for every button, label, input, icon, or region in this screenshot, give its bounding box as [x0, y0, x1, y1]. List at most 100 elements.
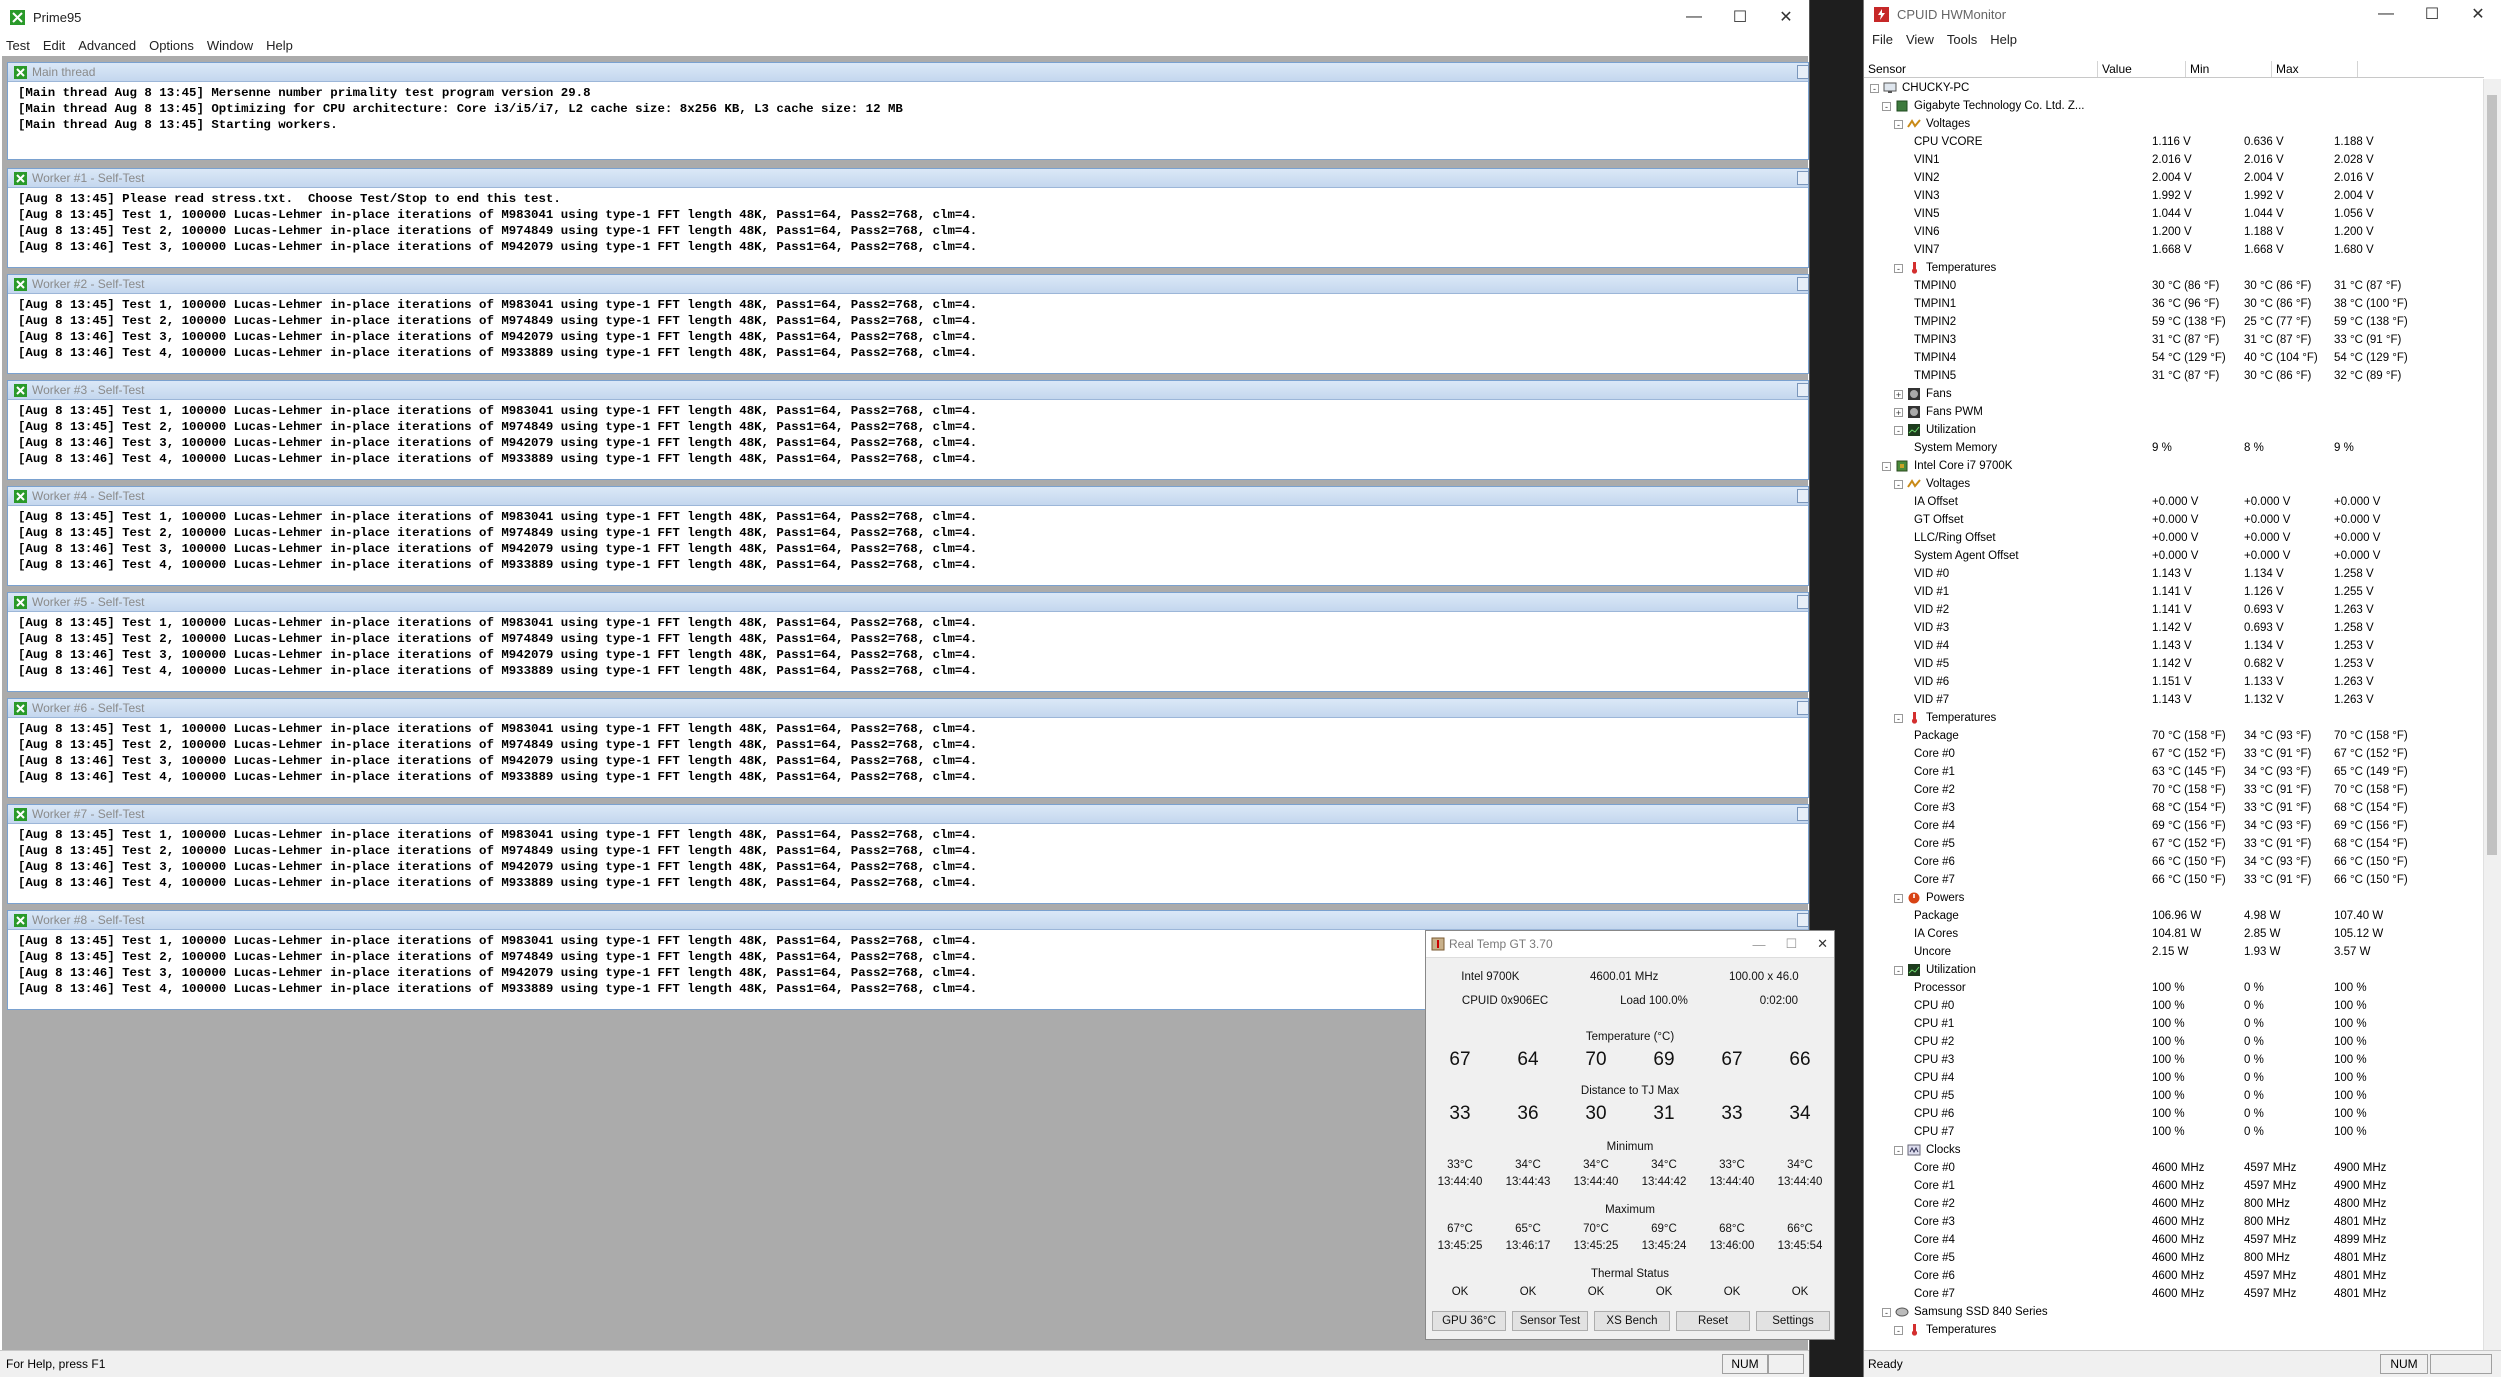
sensor-row[interactable]: VID #1 1.141 V 1.126 V 1.255 V — [1864, 583, 2484, 601]
sensor-row[interactable]: CPU #4 100 % 0 % 100 % — [1864, 1069, 2484, 1087]
main-thread-window[interactable]: Main thread [Main thread Aug 8 13:45] Me… — [7, 62, 1809, 160]
worker-window[interactable]: Worker #7 - Self-Test [Aug 8 13:45] Test … — [7, 804, 1809, 904]
collapse-toggle[interactable]: - — [1870, 83, 1879, 93]
sensor-row[interactable]: CPU #7 100 % 0 % 100 % — [1864, 1123, 2484, 1141]
collapse-toggle[interactable]: - — [1882, 461, 1891, 471]
minimize-button[interactable]: — — [1752, 937, 1765, 952]
sensor-row[interactable]: Package 106.96 W 4.98 W 107.40 W — [1864, 907, 2484, 925]
sensor-tree[interactable]: - CHUCKY-PC - Gigabyte Technology Co. Ltd. … — [1864, 79, 2484, 1351]
child-maximize-button[interactable] — [1797, 595, 1809, 609]
realtemp-titlebar[interactable]: Real Temp GT 3.70 — ☐ ✕ — [1426, 931, 1834, 958]
collapse-toggle[interactable]: - — [1882, 1307, 1891, 1317]
sensor-row[interactable]: IA Offset +0.000 V +0.000 V +0.000 V — [1864, 493, 2484, 511]
sensor-row[interactable]: VIN7 1.668 V 1.668 V 1.680 V — [1864, 241, 2484, 259]
main-thread-titlebar[interactable]: Main thread — [8, 63, 1809, 82]
collapse-toggle[interactable]: - — [1894, 479, 1903, 489]
maximize-button[interactable]: ☐ — [1717, 0, 1763, 34]
tree-group-row[interactable]: - Voltages — [1864, 475, 2484, 493]
xs-bench-button[interactable]: XS Bench — [1594, 1311, 1670, 1331]
sensor-row[interactable]: VIN2 2.004 V 2.004 V 2.016 V — [1864, 169, 2484, 187]
hwmonitor-titlebar[interactable]: CPUID HWMonitor — ☐ ✕ — [1864, 0, 2501, 28]
sensor-row[interactable]: CPU #3 100 % 0 % 100 % — [1864, 1051, 2484, 1069]
tree-group-row[interactable]: - Clocks — [1864, 1141, 2484, 1159]
menu-help[interactable]: Help — [266, 38, 293, 53]
sensor-row[interactable]: Core #4 4600 MHz 4597 MHz 4899 MHz — [1864, 1231, 2484, 1249]
tree-group-row[interactable]: - Utilization — [1864, 421, 2484, 439]
reset-button[interactable]: Reset — [1676, 1311, 1750, 1331]
sensor-row[interactable]: Core #2 70 °C (158 °F) 33 °C (91 °F) 70 °C … — [1864, 781, 2484, 799]
sensor-row[interactable]: Processor 100 % 0 % 100 % — [1864, 979, 2484, 997]
tree-group-row[interactable]: - Intel Core i7 9700K — [1864, 457, 2484, 475]
worker-window[interactable]: Worker #2 - Self-Test [Aug 8 13:45] Test … — [7, 274, 1809, 374]
column-sensor[interactable]: Sensor — [1864, 61, 2098, 77]
worker-window[interactable]: Worker #5 - Self-Test [Aug 8 13:45] Test … — [7, 592, 1809, 692]
tree-group-row[interactable]: - Temperatures — [1864, 709, 2484, 727]
worker-titlebar[interactable]: Worker #7 - Self-Test — [8, 805, 1809, 824]
sensor-row[interactable]: TMPIN1 36 °C (96 °F) 30 °C (86 °F) 38 °C (1… — [1864, 295, 2484, 313]
sensor-row[interactable]: Core #1 4600 MHz 4597 MHz 4900 MHz — [1864, 1177, 2484, 1195]
collapse-toggle[interactable]: - — [1882, 101, 1891, 111]
sensor-row[interactable]: Core #3 4600 MHz 800 MHz 4801 MHz — [1864, 1213, 2484, 1231]
child-maximize-button[interactable] — [1797, 171, 1809, 185]
maximize-button[interactable]: ☐ — [1785, 936, 1797, 952]
sensor-row[interactable]: Core #3 68 °C (154 °F) 33 °C (91 °F) 68 °C … — [1864, 799, 2484, 817]
sensor-row[interactable]: Core #4 69 °C (156 °F) 34 °C (93 °F) 69 °C … — [1864, 817, 2484, 835]
sensor-test-button[interactable]: Sensor Test — [1512, 1311, 1588, 1331]
sensor-row[interactable]: TMPIN0 30 °C (86 °F) 30 °C (86 °F) 31 °C (8… — [1864, 277, 2484, 295]
worker-titlebar[interactable]: Worker #4 - Self-Test — [8, 487, 1809, 506]
gpu-temp-button[interactable]: GPU 36°C — [1432, 1311, 1506, 1331]
sensor-row[interactable]: Core #6 4600 MHz 4597 MHz 4801 MHz — [1864, 1267, 2484, 1285]
sensor-row[interactable]: TMPIN5 31 °C (87 °F) 30 °C (86 °F) 32 °C (8… — [1864, 367, 2484, 385]
sensor-row[interactable]: VID #2 1.141 V 0.693 V 1.263 V — [1864, 601, 2484, 619]
sensor-row[interactable]: Uncore 2.15 W 1.93 W 3.57 W — [1864, 943, 2484, 961]
sensor-row[interactable]: TMPIN3 31 °C (87 °F) 31 °C (87 °F) 33 °C (9… — [1864, 331, 2484, 349]
worker-titlebar[interactable]: Worker #1 - Self-Test — [8, 169, 1809, 188]
child-maximize-button[interactable] — [1797, 277, 1809, 291]
menu-advanced[interactable]: Advanced — [78, 38, 136, 53]
collapse-toggle[interactable]: - — [1894, 965, 1903, 975]
scrollbar-thumb[interactable] — [2487, 95, 2497, 855]
column-max[interactable]: Max — [2272, 61, 2358, 77]
menu-tools[interactable]: Tools — [1947, 32, 1977, 47]
sensor-row[interactable]: VID #3 1.142 V 0.693 V 1.258 V — [1864, 619, 2484, 637]
sensor-row[interactable]: Core #6 66 °C (150 °F) 34 °C (93 °F) 66 °C … — [1864, 853, 2484, 871]
sensor-row[interactable]: CPU #1 100 % 0 % 100 % — [1864, 1015, 2484, 1033]
expand-toggle[interactable]: + — [1894, 407, 1903, 417]
column-min[interactable]: Min — [2186, 61, 2272, 77]
sensor-row[interactable]: VIN1 2.016 V 2.016 V 2.028 V — [1864, 151, 2484, 169]
prime95-titlebar[interactable]: Prime95 — ☐ ✕ — [0, 0, 1809, 34]
sensor-row[interactable]: VID #6 1.151 V 1.133 V 1.263 V — [1864, 673, 2484, 691]
sensor-row[interactable]: CPU #2 100 % 0 % 100 % — [1864, 1033, 2484, 1051]
tree-group-row[interactable]: - Voltages — [1864, 115, 2484, 133]
menu-options[interactable]: Options — [149, 38, 194, 53]
sensor-row[interactable]: Core #2 4600 MHz 800 MHz 4800 MHz — [1864, 1195, 2484, 1213]
worker-titlebar[interactable]: Worker #2 - Self-Test — [8, 275, 1809, 294]
collapse-toggle[interactable]: - — [1894, 893, 1903, 903]
sensor-row[interactable]: System Agent Offset +0.000 V +0.000 V +0.00… — [1864, 547, 2484, 565]
sensor-row[interactable]: VID #4 1.143 V 1.134 V 1.253 V — [1864, 637, 2484, 655]
sensor-row[interactable]: VIN5 1.044 V 1.044 V 1.056 V — [1864, 205, 2484, 223]
sensor-row[interactable]: VID #5 1.142 V 0.682 V 1.253 V — [1864, 655, 2484, 673]
tree-group-row[interactable]: - Utilization — [1864, 961, 2484, 979]
sensor-row[interactable]: CPU #6 100 % 0 % 100 % — [1864, 1105, 2484, 1123]
sensor-row[interactable]: CPU #5 100 % 0 % 100 % — [1864, 1087, 2484, 1105]
child-maximize-button[interactable] — [1797, 701, 1809, 715]
sensor-row[interactable]: Core #7 4600 MHz 4597 MHz 4801 MHz — [1864, 1285, 2484, 1303]
menu-test[interactable]: Test — [6, 38, 30, 53]
close-button[interactable]: ✕ — [2455, 0, 2501, 28]
tree-group-row[interactable]: - CHUCKY-PC — [1864, 79, 2484, 97]
sensor-row[interactable]: VIN6 1.200 V 1.188 V 1.200 V — [1864, 223, 2484, 241]
menu-file[interactable]: File — [1872, 32, 1893, 47]
sensor-row[interactable]: Core #7 66 °C (150 °F) 33 °C (91 °F) 66 °C … — [1864, 871, 2484, 889]
sensor-row[interactable]: IA Cores 104.81 W 2.85 W 105.12 W — [1864, 925, 2484, 943]
tree-group-row[interactable]: - Temperatures — [1864, 1321, 2484, 1339]
sensor-row[interactable]: VID #0 1.143 V 1.134 V 1.258 V — [1864, 565, 2484, 583]
tree-group-row[interactable]: + Fans PWM — [1864, 403, 2484, 421]
sensor-row[interactable]: VID #7 1.143 V 1.132 V 1.263 V — [1864, 691, 2484, 709]
collapse-toggle[interactable]: - — [1894, 425, 1903, 435]
sensor-row[interactable]: CPU VCORE 1.116 V 0.636 V 1.188 V — [1864, 133, 2484, 151]
menu-edit[interactable]: Edit — [43, 38, 65, 53]
worker-window[interactable]: Worker #6 - Self-Test [Aug 8 13:45] Test … — [7, 698, 1809, 798]
tree-group-row[interactable]: - Temperatures — [1864, 259, 2484, 277]
sensor-row[interactable]: Core #1 63 °C (145 °F) 34 °C (93 °F) 65 °C … — [1864, 763, 2484, 781]
